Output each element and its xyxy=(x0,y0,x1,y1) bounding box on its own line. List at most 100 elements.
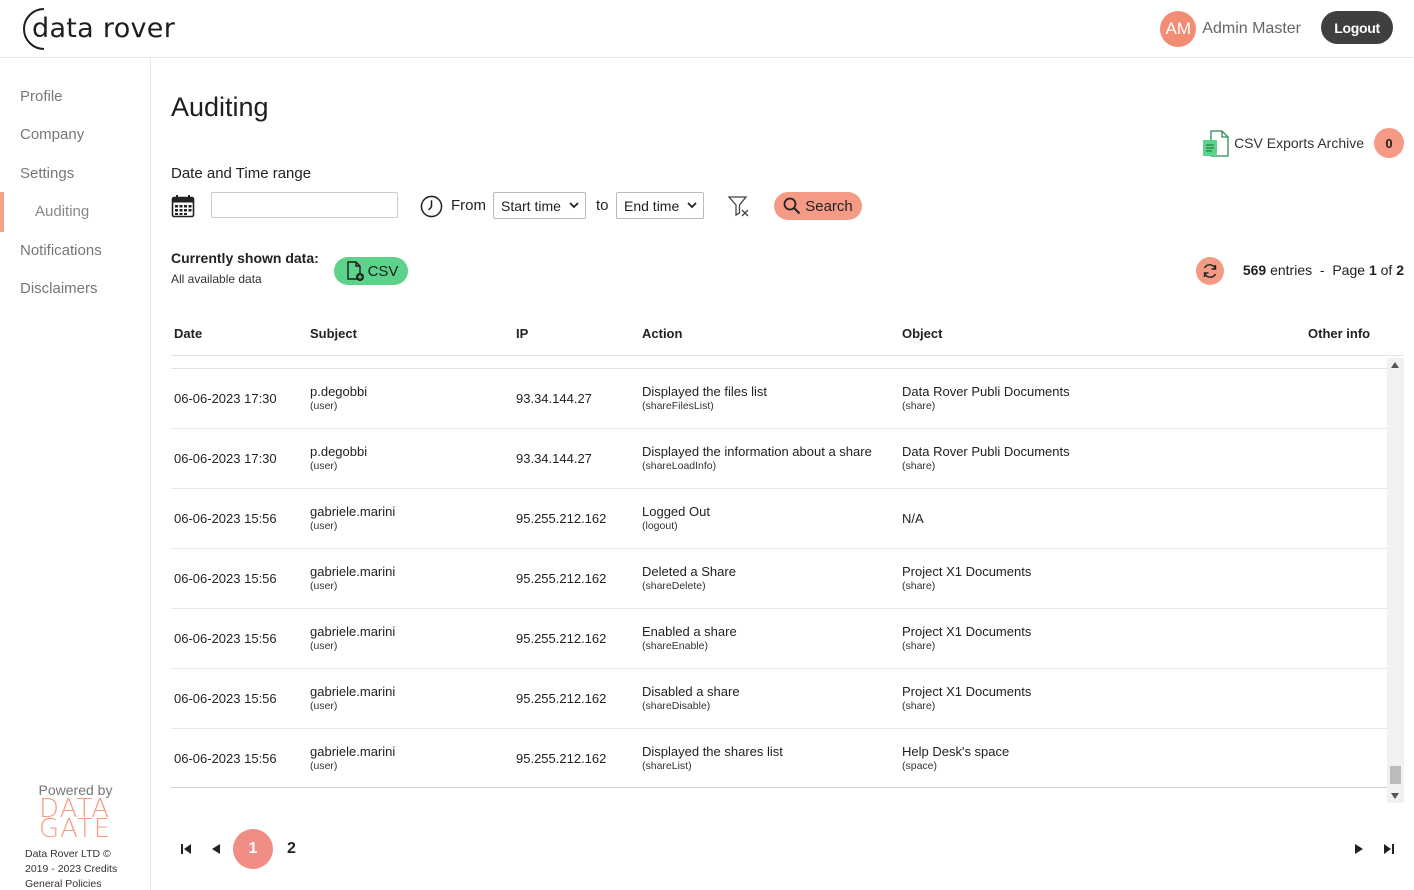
page-button-1[interactable]: 1 xyxy=(233,829,273,869)
prev-page-icon[interactable] xyxy=(209,842,223,856)
cell-action: Disabled a share (shareDisable) xyxy=(642,684,740,712)
end-time-value: End time xyxy=(624,197,680,214)
search-icon xyxy=(783,197,801,215)
action-text: Deleted a Share xyxy=(642,564,736,579)
logo-text: data rover xyxy=(32,13,176,44)
sidebar-item-settings[interactable]: Settings xyxy=(20,165,74,182)
csv-archive-icon xyxy=(1203,130,1229,157)
entries-label: entries xyxy=(1270,262,1313,278)
action-code: (shareDisable) xyxy=(642,700,711,712)
sidebar-item-profile[interactable]: Profile xyxy=(20,88,63,105)
sidebar-item-company[interactable]: Company xyxy=(20,126,84,143)
chevron-down-icon xyxy=(687,202,697,209)
cell-ip: 93.34.144.27 xyxy=(516,451,592,466)
datagate-logo[interactable]: DATA GATE xyxy=(39,796,111,842)
table-row[interactable]: 06-06-2023 15:56 gabriele.marini (user) 9… xyxy=(171,609,1387,669)
avatar[interactable]: AM xyxy=(1160,11,1197,47)
cell-ip: 95.255.212.162 xyxy=(516,631,607,646)
action-text: Logged Out xyxy=(642,504,710,519)
table-row[interactable]: 06-06-2023 15:56 gabriele.marini (user) 9… xyxy=(171,669,1387,729)
general-policies-link[interactable]: General Policies xyxy=(25,877,117,890)
action-text: Disabled a share xyxy=(642,684,740,699)
date-range-input[interactable] xyxy=(211,192,398,218)
data-rover-logo[interactable]: data rover xyxy=(20,6,175,52)
table-row[interactable]: 06-06-2023 15:56 gabriele.marini (user) 9… xyxy=(171,489,1387,549)
cell-date: 06-06-2023 15:56 xyxy=(174,511,277,526)
page-current: 1 xyxy=(1368,262,1377,278)
sidebar-item-notifications[interactable]: Notifications xyxy=(20,242,102,259)
table-row[interactable]: 06-06-2023 15:56 gabriele.marini (user) 9… xyxy=(171,729,1387,787)
table-row[interactable]: 06-06-2023 17:30 p.degobbi (user) 93.34.1… xyxy=(171,429,1387,489)
credits-link[interactable]: 2019 - 2023 Credits xyxy=(25,862,117,877)
action-code: (shareList) xyxy=(642,760,692,772)
cell-ip: 95.255.212.162 xyxy=(516,751,607,766)
column-header-subject[interactable]: Subject xyxy=(310,326,357,341)
object-type: (share) xyxy=(902,400,936,412)
next-page-icon[interactable] xyxy=(1352,842,1366,856)
sidebar-item-auditing[interactable]: Auditing xyxy=(35,203,89,220)
table-row[interactable]: 06-06-2023 15:56 gabriele.marini (user) 9… xyxy=(171,549,1387,609)
object-name: Project X1 Documents xyxy=(902,624,1032,639)
action-text: Displayed the files list xyxy=(642,384,767,399)
audit-table-body: 06-06-2023 17:30 p.degobbi (user) 93.34.1… xyxy=(171,368,1387,788)
column-header-date[interactable]: Date xyxy=(174,326,202,341)
action-code: (shareLoadInfo) xyxy=(642,460,717,472)
subject-type: (user) xyxy=(310,400,338,412)
refresh-icon xyxy=(1203,264,1217,278)
start-time-select[interactable]: Start time xyxy=(493,192,586,219)
currently-shown-title: Currently shown data: xyxy=(171,250,319,266)
cell-action: Displayed the shares list (shareList) xyxy=(642,744,783,772)
scroll-down-arrow-icon[interactable] xyxy=(1391,793,1399,799)
object-type: (space) xyxy=(902,760,938,772)
search-button[interactable]: Search xyxy=(774,192,862,220)
cell-subject: gabriele.marini (user) xyxy=(310,624,395,652)
action-text: Displayed the information about a share xyxy=(642,444,872,459)
cell-date: 06-06-2023 15:56 xyxy=(174,751,277,766)
sidebar: Profile Company Settings Auditing Notifi… xyxy=(0,59,151,890)
object-type: (share) xyxy=(902,640,936,652)
cell-subject: gabriele.marini (user) xyxy=(310,744,395,772)
first-page-icon[interactable] xyxy=(179,842,193,856)
filter-clear-icon[interactable] xyxy=(727,194,751,218)
to-label: to xyxy=(596,197,609,214)
sidebar-item-disclaimers[interactable]: Disclaimers xyxy=(20,280,98,297)
page-button-2[interactable]: 2 xyxy=(287,840,296,858)
subject-name: gabriele.marini xyxy=(310,564,396,579)
cell-ip: 93.34.144.27 xyxy=(516,391,592,406)
from-label: From xyxy=(451,197,486,214)
table-row[interactable]: 06-06-2023 17:30 p.degobbi (user) 93.34.1… xyxy=(171,369,1387,429)
currently-shown-subtitle: All available data xyxy=(171,272,262,286)
refresh-button[interactable] xyxy=(1196,257,1224,285)
calendar-icon[interactable] xyxy=(171,194,195,218)
column-header-object[interactable]: Object xyxy=(902,326,942,341)
table-scrollbar[interactable] xyxy=(1387,358,1404,803)
subject-name: gabriele.marini xyxy=(310,504,396,519)
subject-type: (user) xyxy=(310,700,338,712)
chevron-down-icon xyxy=(569,202,579,209)
logout-button[interactable]: Logout xyxy=(1321,11,1393,44)
subject-name: p.degobbi xyxy=(310,444,368,459)
cell-subject: gabriele.marini (user) xyxy=(310,684,395,712)
page-title: Auditing xyxy=(171,92,269,122)
user-menu[interactable]: AM Admin Master xyxy=(1160,11,1301,47)
last-page-icon[interactable] xyxy=(1382,842,1396,856)
action-text: Displayed the shares list xyxy=(642,744,783,759)
subject-type: (user) xyxy=(310,760,338,772)
cell-action: Logged Out (logout) xyxy=(642,504,710,532)
scroll-up-arrow-icon[interactable] xyxy=(1391,362,1399,368)
cell-object: Project X1 Documents (share) xyxy=(902,684,1031,712)
copyright-company: Data Rover LTD © xyxy=(25,848,111,860)
end-time-select[interactable]: End time xyxy=(616,192,704,219)
clock-icon xyxy=(420,195,443,218)
cell-date: 06-06-2023 15:56 xyxy=(174,691,277,706)
scrollbar-thumb[interactable] xyxy=(1390,766,1401,784)
csv-export-button[interactable]: CSV xyxy=(334,257,408,285)
entries-count: 569 xyxy=(1242,262,1267,278)
column-header-action[interactable]: Action xyxy=(642,326,682,341)
csv-exports-archive[interactable]: CSV Exports Archive 0 xyxy=(1202,128,1404,158)
object-type: (share) xyxy=(902,700,936,712)
column-header-ip[interactable]: IP xyxy=(516,326,528,341)
action-code: (shareDelete) xyxy=(642,580,706,592)
cell-object: Help Desk's space (space) xyxy=(902,744,1009,772)
column-header-other-info[interactable]: Other info xyxy=(1308,326,1370,341)
